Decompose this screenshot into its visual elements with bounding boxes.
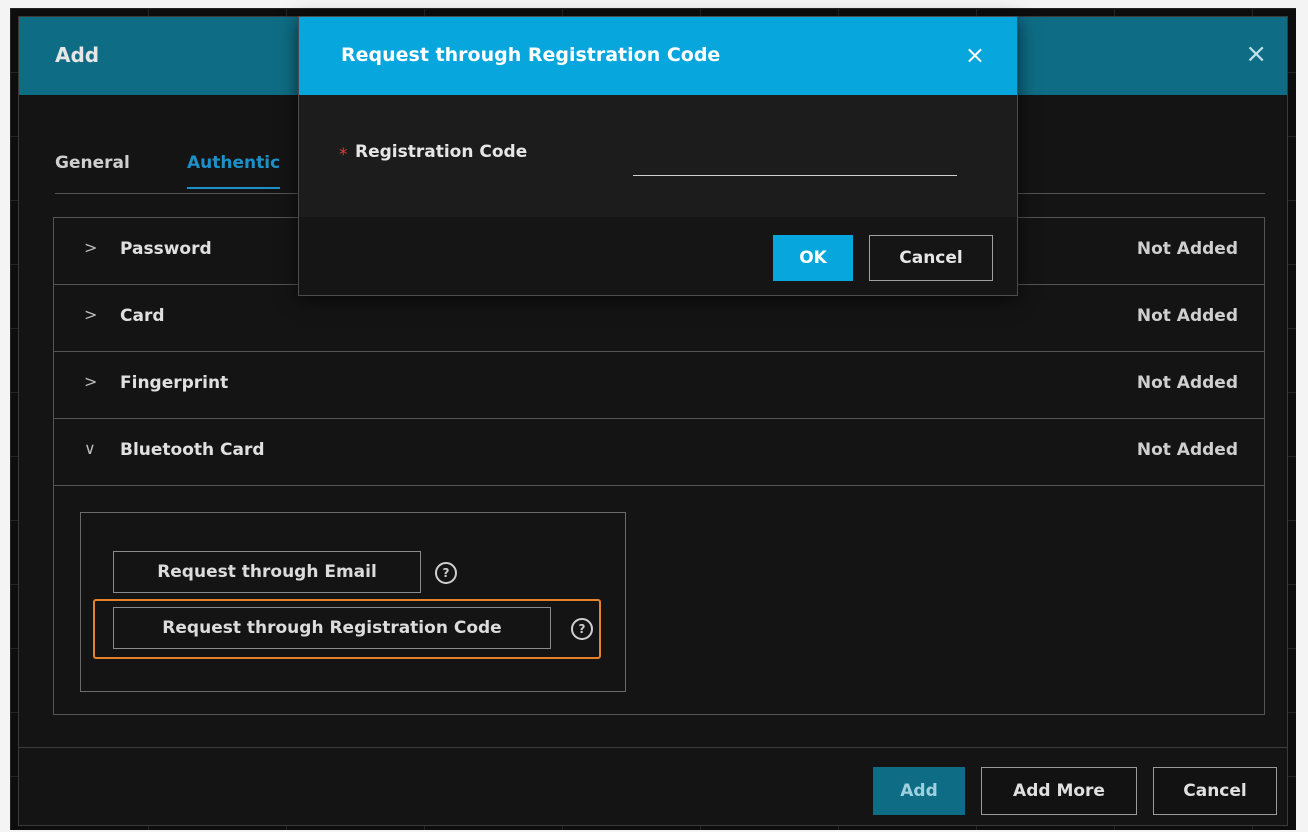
section-label: Card [120, 306, 165, 326]
tab-general[interactable]: General [55, 153, 130, 173]
registration-dialog-footer: OK Cancel [299, 217, 1017, 295]
status-text: Not Added [1136, 239, 1238, 259]
section-bluetooth-card[interactable]: ∨ Bluetooth Card Not Added [54, 419, 1264, 486]
status-text: Not Added [1136, 306, 1238, 326]
add-button[interactable]: Add [873, 767, 965, 815]
registration-dialog-header: Request through Registration Code × [299, 17, 1017, 95]
close-icon[interactable]: × [1245, 39, 1267, 69]
bluetooth-card-panel: Request through Email ? Request through … [80, 512, 626, 692]
registration-code-dialog: Request through Registration Code × * Re… [298, 16, 1018, 296]
chevron-right-icon: > [84, 305, 98, 324]
chevron-down-icon: ∨ [84, 439, 96, 458]
section-label: Bluetooth Card [120, 440, 265, 460]
footer-divider [19, 747, 1287, 748]
request-registration-code-button[interactable]: Request through Registration Code [113, 607, 551, 649]
section-label: Fingerprint [120, 373, 229, 393]
cancel-button[interactable]: Cancel [1153, 767, 1277, 815]
request-email-button[interactable]: Request through Email [113, 551, 421, 593]
required-asterisk: * [339, 145, 348, 165]
section-fingerprint[interactable]: > Fingerprint Not Added [54, 352, 1264, 419]
registration-dialog-title: Request through Registration Code [341, 44, 721, 66]
cancel-button[interactable]: Cancel [869, 235, 993, 281]
close-icon[interactable]: × [965, 41, 985, 69]
registration-code-label: Registration Code [355, 142, 528, 162]
help-icon[interactable]: ? [571, 618, 593, 640]
tab-authentication[interactable]: Authentic [187, 153, 281, 189]
chevron-right-icon: > [84, 372, 98, 391]
ok-button[interactable]: OK [773, 235, 853, 281]
help-icon[interactable]: ? [435, 562, 457, 584]
chevron-right-icon: > [84, 238, 98, 257]
registration-code-input[interactable] [633, 141, 957, 176]
add-dialog-title: Add [55, 43, 100, 67]
registration-dialog-body: * Registration Code [299, 95, 1017, 218]
section-label: Password [120, 239, 212, 259]
status-text: Not Added [1136, 440, 1238, 460]
add-more-button[interactable]: Add More [981, 767, 1137, 815]
status-text: Not Added [1136, 373, 1238, 393]
